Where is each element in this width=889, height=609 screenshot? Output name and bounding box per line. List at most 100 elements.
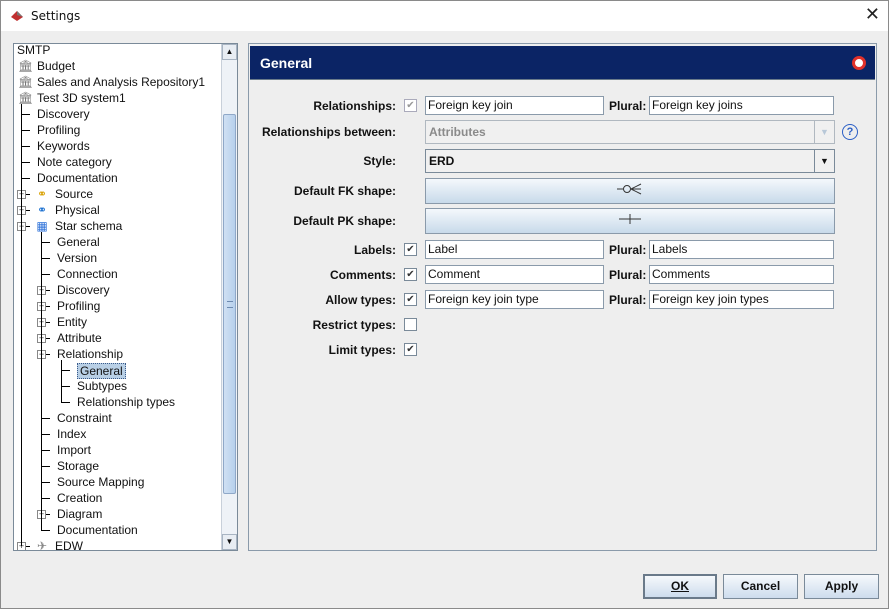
- tree-item[interactable]: − ▦ Star schema: [14, 218, 222, 234]
- tree-item[interactable]: + Profiling: [14, 298, 222, 314]
- panel-header: General: [250, 46, 875, 80]
- tree-connector: [41, 434, 50, 435]
- tree-item[interactable]: SMTP: [14, 44, 222, 58]
- tree-item[interactable]: Subtypes: [14, 378, 222, 394]
- tree-item-label: Sales and Analysis Repository1: [37, 75, 206, 89]
- comments-checkbox[interactable]: ✔: [404, 268, 417, 281]
- tree-item[interactable]: + Attribute: [14, 330, 222, 346]
- relationships-between-label: Relationships between:: [261, 125, 396, 139]
- tree-item[interactable]: 🏛 Budget: [14, 58, 222, 74]
- tree-connector: [41, 232, 42, 530]
- style-select[interactable]: ERD ▼: [425, 149, 835, 173]
- tree-connector: [21, 130, 30, 131]
- tree-item[interactable]: Source Mapping: [14, 474, 222, 490]
- lifebuoy-help-icon[interactable]: [852, 56, 866, 70]
- labels-plural-label: Plural:: [609, 243, 647, 257]
- tree-item[interactable]: Connection: [14, 266, 222, 282]
- apply-button[interactable]: Apply: [804, 574, 879, 599]
- tree-item[interactable]: + Diagram: [14, 506, 222, 522]
- tree-item[interactable]: 🏛 Sales and Analysis Repository1: [14, 74, 222, 90]
- tree-item-label: Import: [57, 443, 92, 457]
- tree-item[interactable]: + Entity: [14, 314, 222, 330]
- tree-connector: [61, 370, 70, 371]
- tree-item[interactable]: Documentation: [14, 170, 222, 186]
- tree-connector: [21, 178, 30, 179]
- pk-shape-label: Default PK shape:: [293, 214, 396, 228]
- tree-item-label: Test 3D system1: [37, 91, 126, 105]
- help-icon[interactable]: ?: [842, 124, 858, 140]
- apply-label: Apply: [824, 579, 859, 593]
- allow-types-checkbox[interactable]: ✔: [404, 293, 417, 306]
- tree-item[interactable]: + ✈ EDW: [14, 538, 222, 550]
- type-name-field[interactable]: Foreign key join type: [425, 290, 604, 309]
- label-name-field[interactable]: Label: [425, 240, 604, 259]
- chevron-down-icon[interactable]: ▼: [814, 150, 834, 172]
- tree-connector: [41, 498, 50, 499]
- comments-plural-field[interactable]: Comments: [649, 265, 834, 284]
- labels-plural-field[interactable]: Labels: [649, 240, 834, 259]
- tree-item[interactable]: Creation: [14, 490, 222, 506]
- tree-item[interactable]: − Relationship: [14, 346, 222, 362]
- settings-window: Settings ✕ SMTP 🏛 Budget 🏛 Sales and Analysi…: [0, 0, 889, 609]
- tree-item[interactable]: Note category: [14, 154, 222, 170]
- tree-item[interactable]: Profiling: [14, 122, 222, 138]
- tree-item[interactable]: + ⚭ Source: [14, 186, 222, 202]
- tree-item[interactable]: General: [14, 234, 222, 250]
- relationships-checkbox[interactable]: ✔: [404, 99, 417, 112]
- tree-item-label: Budget: [37, 59, 76, 73]
- comments-label: Comments:: [329, 268, 396, 282]
- limit-types-checkbox[interactable]: ✔: [404, 343, 417, 356]
- tree-item[interactable]: Relationship types: [14, 394, 222, 410]
- app-logo-icon: [11, 11, 23, 21]
- tree-item-label: Keywords: [37, 139, 90, 153]
- close-icon[interactable]: ✕: [865, 4, 880, 25]
- tree-scrollbar[interactable]: ▲ ▼: [221, 44, 237, 550]
- tree-item[interactable]: Keywords: [14, 138, 222, 154]
- ok-button[interactable]: OK: [643, 574, 717, 599]
- style-value: ERD: [429, 154, 455, 168]
- settings-tree[interactable]: SMTP 🏛 Budget 🏛 Sales and Analysis Repositor…: [13, 43, 238, 551]
- types-plural-label: Plural:: [609, 293, 647, 307]
- fk-shape-button[interactable]: [425, 178, 835, 204]
- relationships-between-select: Attributes ▼: [425, 120, 835, 144]
- scroll-down-button[interactable]: ▼: [222, 534, 237, 550]
- tree-item-label: Relationship: [57, 347, 124, 361]
- tree-item[interactable]: Index: [14, 426, 222, 442]
- cancel-button[interactable]: Cancel: [723, 574, 798, 599]
- tree-item-label: Version: [57, 251, 98, 265]
- tree-item[interactable]: + ⚭ Physical: [14, 202, 222, 218]
- labels-checkbox[interactable]: ✔: [404, 243, 417, 256]
- chevron-down-icon: ▼: [814, 121, 834, 143]
- bank-icon: 🏛: [18, 75, 34, 89]
- source-model-icon: ⚭: [36, 187, 48, 201]
- tree-connector: [61, 402, 70, 403]
- tree-connector: [41, 482, 50, 483]
- tree-connector: [61, 360, 62, 402]
- tree-connector: [41, 530, 50, 531]
- types-plural-field[interactable]: Foreign key join types: [649, 290, 834, 309]
- tree-item[interactable]: Storage: [14, 458, 222, 474]
- tree-item[interactable]: Version: [14, 250, 222, 266]
- tree-item-label: Discovery: [37, 107, 90, 121]
- restrict-types-label: Restrict types:: [312, 318, 396, 332]
- tree-item[interactable]: Discovery: [14, 106, 222, 122]
- relationship-name-field[interactable]: Foreign key join: [425, 96, 604, 115]
- tree-item[interactable]: Documentation: [14, 522, 222, 538]
- pk-shape-button[interactable]: [425, 208, 835, 234]
- scroll-thumb[interactable]: [223, 114, 236, 494]
- tree-item[interactable]: Import: [14, 442, 222, 458]
- tree-item[interactable]: + Discovery: [14, 282, 222, 298]
- tree-item-label: Creation: [57, 491, 103, 505]
- comments-plural-label: Plural:: [609, 268, 647, 282]
- tree-item[interactable]: Constraint: [14, 410, 222, 426]
- tree-item[interactable]: General: [14, 362, 222, 379]
- tree-item-label: Profiling: [57, 299, 101, 313]
- tree-item[interactable]: 🏛 Test 3D system1: [14, 90, 222, 106]
- tree-item-label: Entity: [57, 315, 88, 329]
- tree-connector: [21, 104, 22, 546]
- comment-name-field[interactable]: Comment: [425, 265, 604, 284]
- restrict-types-checkbox[interactable]: [404, 318, 417, 331]
- relationship-plural-field[interactable]: Foreign key joins: [649, 96, 834, 115]
- tree-connector: [21, 146, 30, 147]
- scroll-up-button[interactable]: ▲: [222, 44, 237, 60]
